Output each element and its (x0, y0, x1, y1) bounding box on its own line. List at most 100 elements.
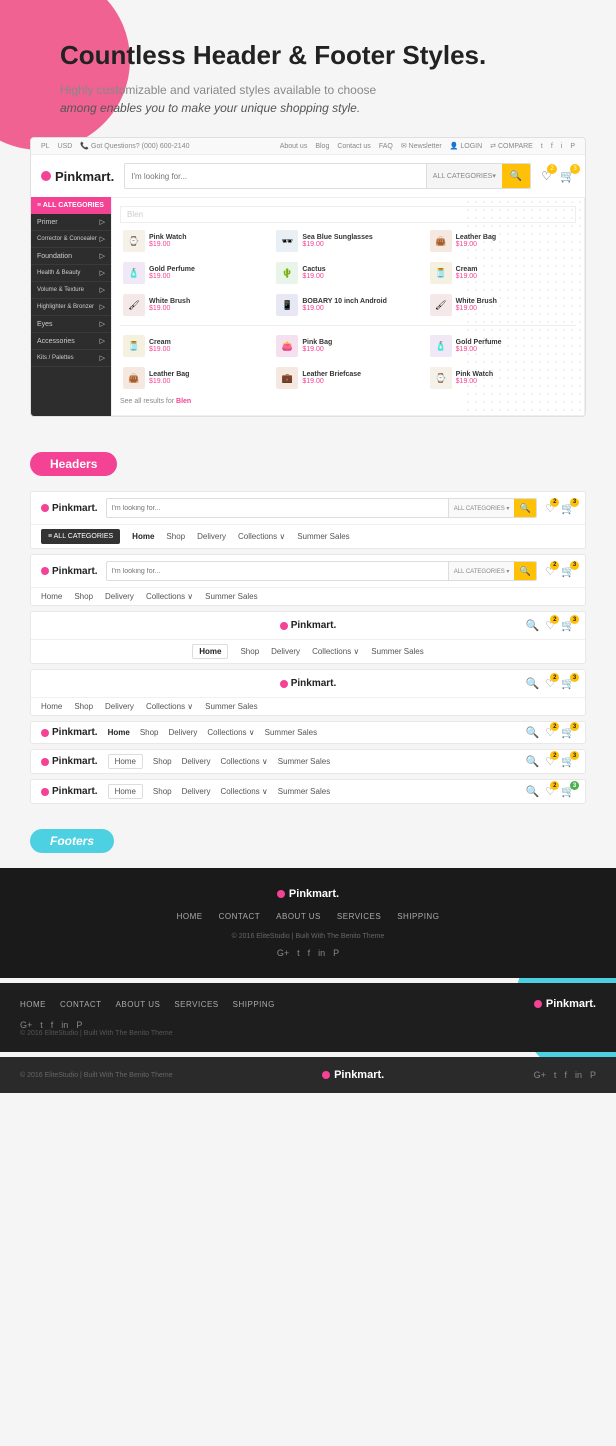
fm-social-facebook[interactable]: f (564, 1070, 567, 1080)
hv3-nav-delivery[interactable]: Delivery (271, 647, 300, 656)
topbar-faq[interactable]: FAQ (379, 143, 393, 150)
hv1-search-btn[interactable]: 🔍 (514, 499, 536, 517)
dropdown-product-7[interactable]: 📱 BOBARY 10 inch Android $19.00 (273, 291, 422, 319)
fm-social-gplus[interactable]: G+ (534, 1070, 546, 1080)
hv7-nav-delivery[interactable]: Delivery (182, 787, 211, 796)
hv1-cart[interactable]: 🛒3 (561, 502, 575, 515)
hv4-nav-home[interactable]: Home (41, 702, 62, 711)
dropdown-product-0[interactable]: ⌚ Pink Watch $19.00 (120, 227, 269, 255)
hv2-nav-home[interactable]: Home (41, 592, 62, 601)
hv3-wishlist[interactable]: ♡2 (545, 619, 555, 632)
hv1-nav-home[interactable]: Home (132, 532, 154, 541)
fm-social-instagram[interactable]: in (575, 1070, 582, 1080)
dropdown-product-13[interactable]: 💼 Leather Briefcase $19.00 (273, 364, 422, 392)
topbar-blog[interactable]: Blog (315, 143, 329, 150)
hv1-nav-shop[interactable]: Shop (166, 532, 185, 541)
hv3-search[interactable]: 🔍 (526, 619, 540, 632)
topbar-login[interactable]: 👤 LOGIN (450, 142, 482, 150)
hv5-nav-collections[interactable]: Collections ∨ (207, 728, 254, 737)
hv4-nav-shop[interactable]: Shop (74, 702, 93, 711)
hv7-nav-summer[interactable]: Summer Sales (278, 787, 330, 796)
hv2-nav-summer[interactable]: Summer Sales (205, 592, 257, 601)
dropdown-product-10[interactable]: 👛 Pink Bag $19.00 (273, 332, 422, 360)
hv7-nav-shop[interactable]: Shop (153, 787, 172, 796)
topbar-social-t[interactable]: t (541, 143, 543, 150)
topbar-social-i[interactable]: i (561, 143, 563, 150)
hv5-nav-home[interactable]: Home (108, 728, 130, 737)
hv5-cart[interactable]: 🛒3 (561, 726, 575, 739)
hv4-cart[interactable]: 🛒3 (561, 677, 575, 690)
sidebar-item-volume[interactable]: Volume & Texture▷ (31, 282, 111, 299)
f2-nav-contact[interactable]: CONTACT (60, 1000, 102, 1009)
hv2-nav-collections[interactable]: Collections ∨ (146, 592, 193, 601)
f2-logo[interactable]: Pinkmart. (534, 998, 596, 1010)
hv4-logo[interactable]: Pinkmart. (280, 678, 337, 689)
all-categories-btn[interactable]: ≡ ALL CATEGORIES (31, 197, 111, 214)
f2-social-pinterest[interactable]: P (76, 1020, 82, 1030)
topbar-compare[interactable]: ⇄ COMPARE (490, 142, 533, 150)
search-button[interactable]: 🔍 (502, 164, 530, 188)
topbar-social-p[interactable]: P (570, 143, 575, 150)
hv5-search[interactable]: 🔍 (526, 726, 540, 739)
f2-social-twitter[interactable]: t (40, 1020, 43, 1030)
main-logo[interactable]: Pinkmart. (41, 169, 114, 184)
footer-nav-contact-1[interactable]: CONTACT (219, 912, 261, 921)
hv2-logo[interactable]: Pinkmart. (41, 566, 98, 577)
hv1-search-input[interactable] (107, 499, 448, 517)
topbar-social-f[interactable]: f (551, 143, 553, 150)
hv5-nav-summer[interactable]: Summer Sales (265, 728, 317, 737)
footer-nav-home-1[interactable]: HOME (177, 912, 203, 921)
hv1-search[interactable]: ALL CATEGORIES ▾ 🔍 (106, 498, 538, 518)
hv2-category-select[interactable]: ALL CATEGORIES ▾ (448, 562, 515, 580)
fm-social-pinterest[interactable]: P (590, 1070, 596, 1080)
hv1-nav-summer[interactable]: Summer Sales (297, 532, 349, 541)
topbar-about[interactable]: About us (280, 143, 308, 150)
hv6-nav-summer[interactable]: Summer Sales (278, 757, 330, 766)
f2-social-instagram[interactable]: in (61, 1020, 68, 1030)
footer-social-pinterest-1[interactable]: P (333, 948, 339, 958)
sidebar-item-highlighter[interactable]: Highlighter & Bronzer▷ (31, 299, 111, 316)
sidebar-item-kits[interactable]: Kits / Palettes▷ (31, 350, 111, 367)
f2-nav-shipping[interactable]: SHIPPING (233, 1000, 275, 1009)
hv6-cart[interactable]: 🛒3 (561, 755, 575, 768)
hv6-logo[interactable]: Pinkmart. (41, 756, 98, 767)
fm-logo[interactable]: Pinkmart. (322, 1069, 384, 1081)
footer-logo-1[interactable]: Pinkmart. (10, 888, 606, 900)
hv6-nav-shop[interactable]: Shop (153, 757, 172, 766)
hv3-cart[interactable]: 🛒3 (561, 619, 575, 632)
hv7-wishlist[interactable]: ♡2 (545, 785, 555, 798)
hv7-cart[interactable]: 🛒3 (561, 785, 575, 798)
dropdown-product-9[interactable]: 🫙 Cream $19.00 (120, 332, 269, 360)
category-select[interactable]: ALL CATEGORIES ▾ (426, 164, 502, 188)
hv7-logo[interactable]: Pinkmart. (41, 786, 98, 797)
topbar-newsletter[interactable]: ✉ Newsletter (401, 142, 442, 150)
hv2-search-btn[interactable]: 🔍 (514, 562, 536, 580)
f2-nav-about[interactable]: ABOUT US (116, 1000, 161, 1009)
f2-nav-services[interactable]: SERVICES (174, 1000, 218, 1009)
sidebar-item-primer[interactable]: Primer▷ (31, 214, 111, 231)
hv6-wishlist[interactable]: ♡2 (545, 755, 555, 768)
hv3-nav-shop[interactable]: Shop (240, 647, 259, 656)
dropdown-product-12[interactable]: 👜 Leather Bag $19.00 (120, 364, 269, 392)
main-search-input[interactable] (125, 164, 426, 188)
hv2-nav-shop[interactable]: Shop (74, 592, 93, 601)
dropdown-product-6[interactable]: 🖌 White Brush $19.00 (120, 291, 269, 319)
f2-nav-home[interactable]: HOME (20, 1000, 46, 1009)
footer-social-gplus-1[interactable]: G+ (277, 948, 289, 958)
hv7-nav-collections[interactable]: Collections ∨ (221, 787, 268, 796)
hv2-cart[interactable]: 🛒3 (561, 565, 575, 578)
hv3-nav-summer[interactable]: Summer Sales (371, 647, 423, 656)
wishlist-icon-wrap[interactable]: ♡ 2 (541, 169, 552, 183)
dropdown-product-1[interactable]: 🕶 Sea Blue Sunglasses $19.00 (273, 227, 422, 255)
dropdown-product-3[interactable]: 🧴 Gold Perfume $19.00 (120, 259, 269, 287)
hv2-search-input[interactable] (107, 562, 448, 580)
f2-social-facebook[interactable]: f (51, 1020, 54, 1030)
footer-nav-shipping-1[interactable]: SHIPPING (397, 912, 439, 921)
hv4-wishlist[interactable]: ♡2 (545, 677, 555, 690)
hv1-category-select[interactable]: ALL CATEGORIES ▾ (448, 499, 515, 517)
hv6-search[interactable]: 🔍 (526, 755, 540, 768)
hv6-nav-delivery[interactable]: Delivery (182, 757, 211, 766)
hv7-search[interactable]: 🔍 (526, 785, 540, 798)
hv4-search[interactable]: 🔍 (526, 677, 540, 690)
hv4-nav-summer[interactable]: Summer Sales (205, 702, 257, 711)
